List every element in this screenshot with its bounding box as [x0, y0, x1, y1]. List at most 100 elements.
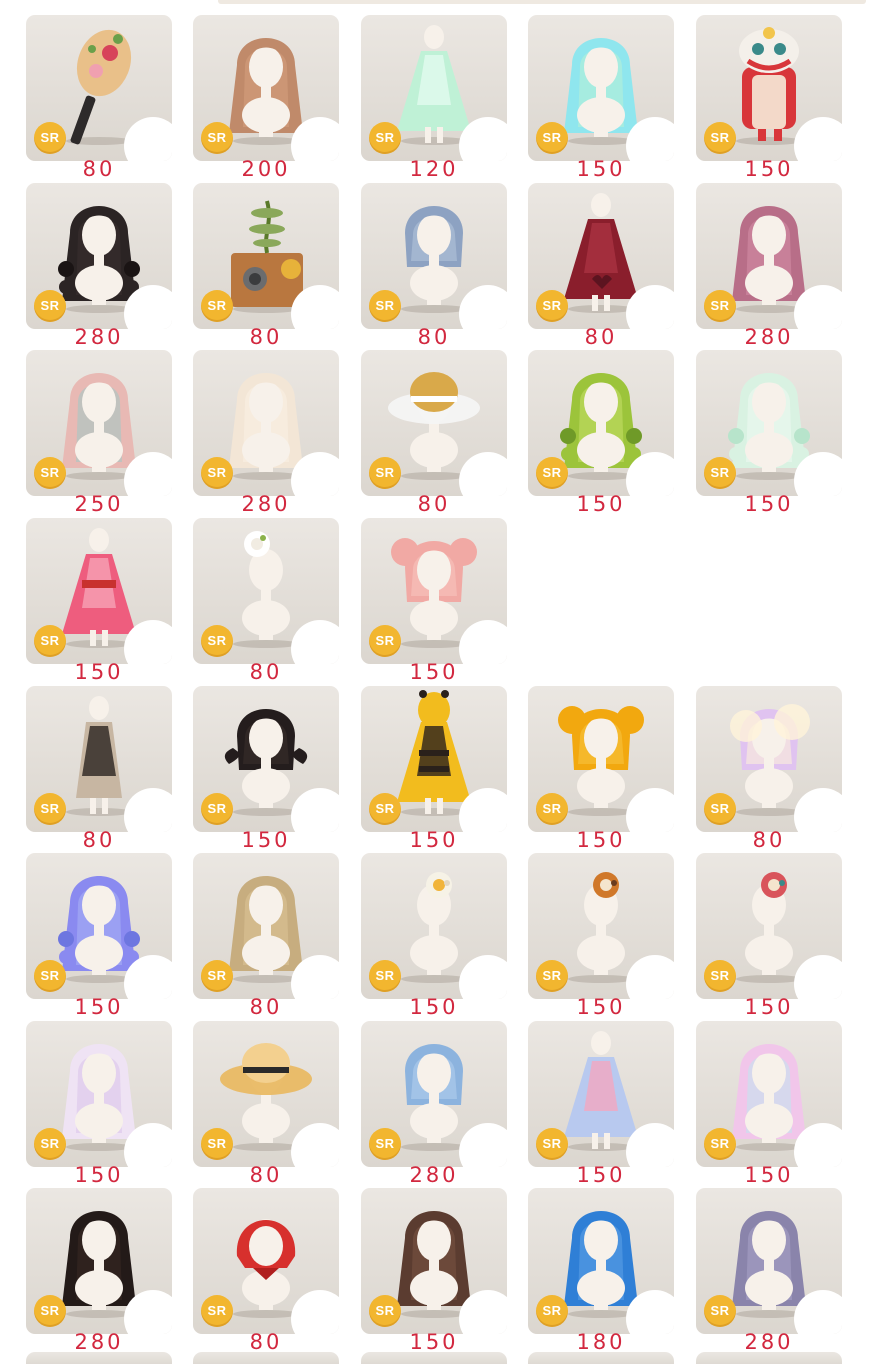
item-card-green-braided-hair[interactable]: SR	[528, 350, 674, 496]
rarity-badge: SR	[536, 290, 568, 322]
item-card-mint-pale-braids[interactable]: SR	[696, 350, 842, 496]
item-card-black-horn-hair[interactable]: SR	[193, 686, 339, 832]
item-card-lion-mask-head-accessory[interactable]: SR	[696, 853, 842, 999]
item-price: 80	[417, 325, 451, 349]
rarity-badge: SR	[536, 457, 568, 489]
item-price: 280	[74, 325, 124, 349]
rarity-badge: SR	[34, 793, 66, 825]
item-cell: SR 200	[193, 15, 341, 181]
rarity-badge: SR	[369, 457, 401, 489]
item-price: 80	[417, 492, 451, 516]
item-card-burgundy-heart-dress[interactable]: SR	[528, 183, 674, 329]
item-card-black-curly-long-hair[interactable]: SR	[26, 1188, 172, 1334]
item-price: 80	[82, 828, 116, 852]
item-cell: SR 150	[528, 1021, 676, 1187]
rarity-badge: SR	[369, 960, 401, 992]
item-cell: SR 80	[193, 518, 341, 684]
rarity-badge: SR	[201, 290, 233, 322]
item-card-cream-wavy-hair[interactable]: SR	[193, 350, 339, 496]
item-price: 150	[241, 828, 291, 852]
item-cell: SR 280	[696, 183, 844, 349]
item-price: 280	[241, 492, 291, 516]
item-card-silver-blue-short-hair[interactable]: SR	[361, 183, 507, 329]
rarity-badge: SR	[369, 122, 401, 154]
item-card-bonsai-clockwork-box[interactable]: SR	[193, 183, 339, 329]
rarity-badge: SR	[201, 960, 233, 992]
rarity-badge: SR	[704, 1295, 736, 1327]
item-card-purple-bubble-braids[interactable]: SR	[26, 853, 172, 999]
item-card-dreamy-cloud-hair[interactable]: SR	[696, 686, 842, 832]
next-row-card-edge	[696, 1352, 842, 1364]
rarity-badge: SR	[34, 1295, 66, 1327]
item-price: 150	[409, 828, 459, 852]
item-cell: SR 150	[528, 853, 676, 1019]
item-card-red-riding-hood[interactable]: SR	[193, 1188, 339, 1334]
rarity-badge: SR	[704, 457, 736, 489]
item-cell: SR 150	[696, 350, 844, 516]
item-card-pink-bun-hair[interactable]: SR	[361, 518, 507, 664]
rarity-badge: SR	[201, 122, 233, 154]
rarity-badge: SR	[369, 625, 401, 657]
rarity-badge: SR	[536, 960, 568, 992]
item-card-starry-pastel-dress[interactable]: SR	[528, 1021, 674, 1167]
item-cell: SR 150	[193, 686, 341, 852]
item-cell: SR 280	[361, 1021, 509, 1187]
item-price: 150	[744, 995, 794, 1019]
item-price: 150	[576, 995, 626, 1019]
item-price: 150	[74, 995, 124, 1019]
item-card-glass-brim-hat[interactable]: SR	[361, 350, 507, 496]
item-cell: SR 80	[193, 1021, 341, 1187]
rarity-badge: SR	[704, 122, 736, 154]
item-card-blue-wave-hair[interactable]: SR	[361, 1021, 507, 1167]
rarity-badge: SR	[201, 1295, 233, 1327]
item-card-squirrel-head-accessory[interactable]: SR	[528, 853, 674, 999]
rarity-badge: SR	[536, 122, 568, 154]
item-card-straw-sun-hat[interactable]: SR	[193, 1021, 339, 1167]
item-card-lilac-twin-curls[interactable]: SR	[26, 1021, 172, 1167]
item-cell: SR 150	[696, 15, 844, 181]
item-cell: SR 80	[193, 1188, 341, 1354]
rarity-badge: SR	[34, 960, 66, 992]
next-row-card-edge	[26, 1352, 172, 1364]
item-card-bee-costume[interactable]: SR	[361, 686, 507, 832]
next-row-card-edge	[361, 1352, 507, 1364]
item-card-long-hair-aqua-gradient[interactable]: SR	[528, 15, 674, 161]
item-card-yellow-bun-bob-hair[interactable]: SR	[528, 686, 674, 832]
item-price: 80	[82, 157, 116, 181]
item-card-white-flower-hairpin[interactable]: SR	[193, 518, 339, 664]
item-cell: SR 150	[361, 1188, 509, 1354]
item-cell: SR 180	[528, 1188, 676, 1354]
item-card-ghost-gown-mint[interactable]: SR	[361, 15, 507, 161]
item-cell: SR 280	[26, 1188, 174, 1354]
rarity-badge: SR	[34, 290, 66, 322]
item-card-pink-kimono[interactable]: SR	[26, 518, 172, 664]
item-card-rose-twin-loop-hair[interactable]: SR	[696, 183, 842, 329]
item-price: 80	[249, 325, 283, 349]
item-cell: SR 80	[361, 183, 509, 349]
item-card-blue-straight-hair[interactable]: SR	[528, 1188, 674, 1334]
item-card-chick-head-accessory[interactable]: SR	[361, 853, 507, 999]
rarity-badge: SR	[704, 290, 736, 322]
item-card-rainbow-long-hair[interactable]: SR	[696, 1021, 842, 1167]
rarity-badge: SR	[34, 122, 66, 154]
item-card-paddle-fan[interactable]: SR	[26, 15, 172, 161]
rarity-badge: SR	[201, 457, 233, 489]
item-card-long-wavy-hair-auburn[interactable]: SR	[193, 15, 339, 161]
item-price: 120	[409, 157, 459, 181]
item-cell: SR 150	[361, 686, 509, 852]
item-card-blonde-straight-hair[interactable]: SR	[193, 853, 339, 999]
item-cell: SR 280	[26, 183, 174, 349]
item-cell: SR 80	[26, 686, 174, 852]
item-cell: SR 150	[361, 518, 509, 684]
item-card-lion-dance-costume[interactable]: SR	[696, 15, 842, 161]
item-card-lavender-wavy-hair[interactable]: SR	[696, 1188, 842, 1334]
rarity-badge: SR	[201, 625, 233, 657]
item-grid: SR 80 SR 200 SR 120 SR 150 SR 150 SR 280 SR 80 SR 80 SR 8…	[0, 0, 870, 1359]
rarity-badge: SR	[201, 1128, 233, 1160]
item-card-pastel-striped-hair[interactable]: SR	[26, 350, 172, 496]
item-card-black-braided-hair[interactable]: SR	[26, 183, 172, 329]
item-card-brown-twin-tails[interactable]: SR	[361, 1188, 507, 1334]
item-cell: SR 150	[528, 15, 676, 181]
item-card-long-coat-outfit[interactable]: SR	[26, 686, 172, 832]
item-price: 150	[74, 660, 124, 684]
